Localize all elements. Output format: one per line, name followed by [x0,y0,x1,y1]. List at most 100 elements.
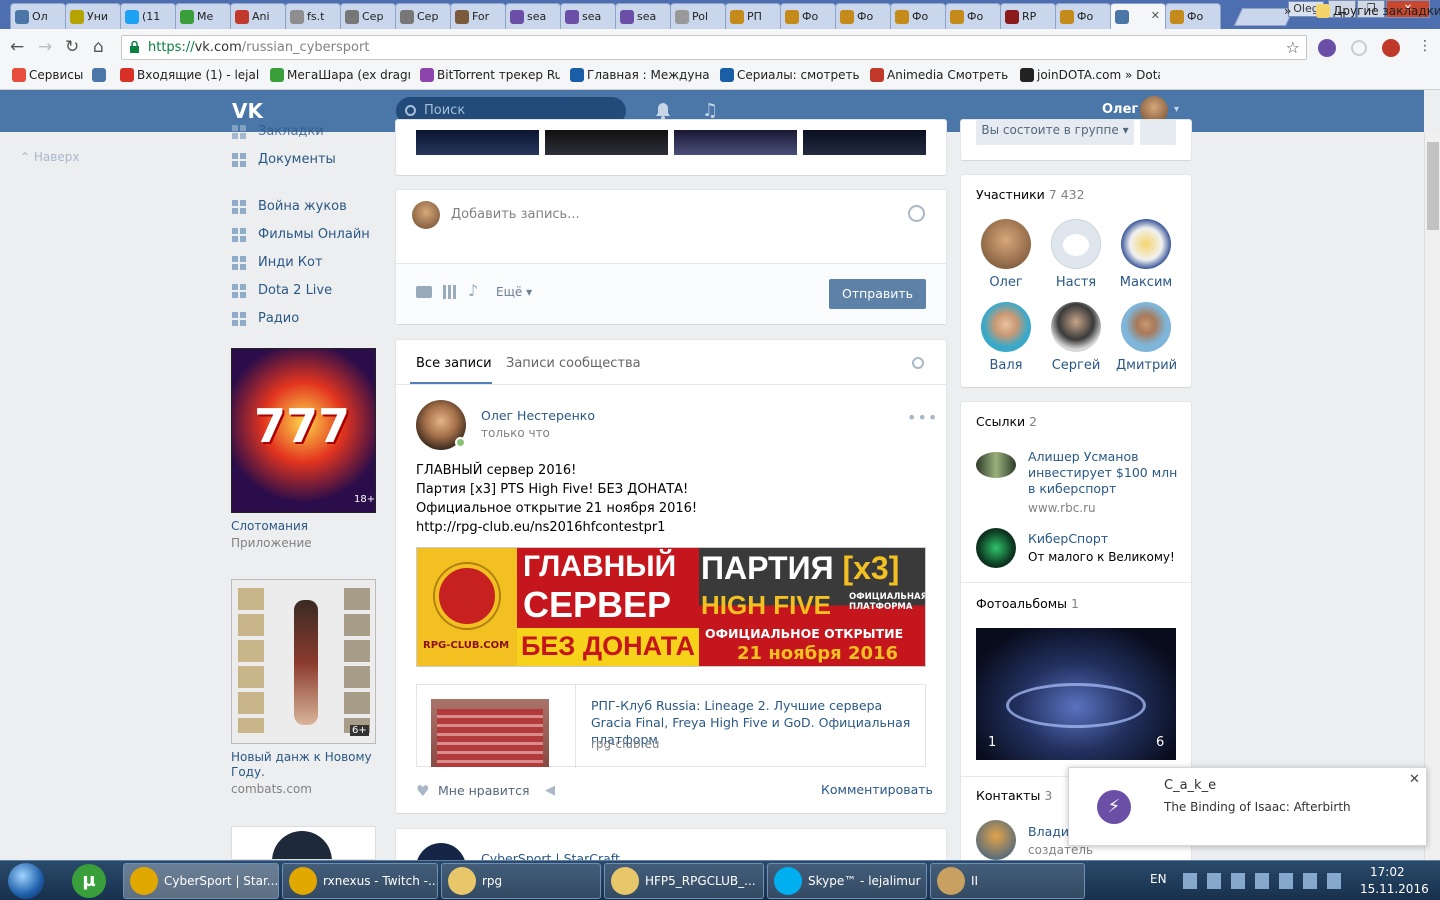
composer-more[interactable]: Ещё ▾ [496,285,532,299]
menu-item-app-radio[interactable]: Радио [232,311,299,326]
bookmark-item[interactable] [92,68,109,82]
ad-third-image[interactable] [231,826,376,860]
browser-tab[interactable]: ✕ [1110,3,1166,29]
browser-tab[interactable]: sea [615,3,671,29]
link-snippet[interactable]: РПГ-Клуб Russia: Lineage 2. Лучшие серве… [416,684,926,768]
browser-tab[interactable]: Ол [10,3,66,29]
steam-notification[interactable]: ⚡ C_a_k_e The Binding of Isaac: Afterbir… [1068,767,1427,846]
browser-tab[interactable]: Фо [1055,3,1111,29]
comment-button[interactable]: Комментировать [821,782,933,797]
menu-item-app-dota2-live[interactable]: Dota 2 Live [232,283,332,298]
link-title[interactable]: Алишер Усманов инвестирует $100 млн в ки… [1028,449,1178,497]
reload-icon[interactable]: ↻ [65,37,79,57]
browser-tab[interactable]: Сер [395,3,451,29]
send-button[interactable]: Отправить [829,279,926,309]
links-header[interactable]: Ссылки 2 [976,414,1037,429]
forward-icon[interactable]: → [38,37,52,57]
member-tile[interactable]: Настя [1046,219,1106,290]
menu-item-documents[interactable]: Документы [232,152,336,167]
link-title[interactable]: КиберСпорт [1028,531,1108,546]
contact-name[interactable]: Влади [1028,824,1069,839]
ad-slotomania-image[interactable]: 777 18+ [231,348,376,513]
browser-tab[interactable]: For [450,3,506,29]
link-thumb[interactable] [976,452,1016,478]
tab-community-posts[interactable]: Записи сообщества [506,356,641,371]
back-icon[interactable]: ← [10,37,24,57]
bookmark-item[interactable]: Сервисы [12,68,83,82]
browser-tab[interactable]: Сер [340,3,396,29]
back-to-top[interactable]: ⌃ Наверх [20,150,79,164]
vk-logo[interactable]: VK [232,99,264,123]
browser-tab[interactable]: Pol [670,3,726,29]
joined-group-button[interactable]: Вы состоите в группе ▾ [976,120,1134,145]
browser-tab[interactable]: Фо [835,3,891,29]
bookmark-item[interactable]: Сериалы: смотреть с [720,68,860,82]
menu-item-bookmarks[interactable]: Закладки [232,124,324,139]
browser-menu-icon[interactable]: ⋮ [1418,38,1432,54]
browser-tab[interactable]: (11 [120,3,176,29]
member-tile[interactable]: Олег [976,219,1036,290]
notification-close-icon[interactable]: ✕ [1409,772,1420,787]
browser-tab[interactable]: Фо [780,3,836,29]
browser-tab[interactable]: fs.t [285,3,341,29]
album-cover[interactable]: 1 6 [976,628,1176,760]
member-tile[interactable]: Дмитрий [1116,302,1177,373]
link-thumb[interactable] [976,528,1016,568]
bookmark-item[interactable]: Входящие (1) - lejalim [120,68,260,82]
utorrent-icon[interactable]: µ [72,864,106,898]
browser-tab[interactable]: Ме [175,3,231,29]
menu-item-app-war-of-bugs[interactable]: Война жуков [232,199,347,214]
member-tile[interactable]: Валя [976,302,1036,373]
home-icon[interactable]: ⌂ [93,37,104,57]
bookmarks-more[interactable]: » [1284,4,1291,18]
extension-record-icon[interactable] [1351,40,1367,56]
bookmark-star-icon[interactable]: ☆ [1286,36,1300,59]
photo-thumb[interactable] [674,130,797,155]
post-author-name[interactable]: Олег Нестеренко [481,408,595,423]
contact-avatar[interactable] [976,820,1016,860]
composer-input[interactable]: Добавить запись... [451,207,580,222]
address-bar[interactable]: https://vk.com/russian_cybersport ☆ [121,35,1307,60]
bookmark-item[interactable]: Главная : Междунар [570,68,710,82]
taskbar-item[interactable]: II [930,863,1085,899]
member-tile[interactable]: Максим [1116,219,1176,290]
browser-tab[interactable]: Уни [65,3,121,29]
audio-icon[interactable]: ♪ [468,281,478,300]
ad-title[interactable]: Слотомания [231,519,308,533]
bookmark-item[interactable]: МегаШара (ex dragm [270,68,410,82]
albums-header[interactable]: Фотоальбомы 1 [976,596,1079,611]
photo-thumb[interactable] [545,130,668,155]
ad-combats-image[interactable]: 6+ [231,579,376,744]
browser-tab[interactable]: Фо [945,3,1001,29]
member-tile[interactable]: Сергей [1046,302,1106,373]
photo-thumb[interactable] [803,130,926,155]
post-link[interactable]: http://rpg-club.eu/ns2016hfcontestpr1 [416,518,665,537]
megaphone-icon[interactable]: ◀ [545,783,555,798]
browser-tab[interactable]: Фо [1165,3,1221,29]
taskbar-item[interactable]: rpg [441,863,601,899]
chevron-down-icon[interactable]: ▾ [1174,104,1179,115]
members-header[interactable]: Участники 7 432 [976,187,1085,202]
extension-adblock-icon[interactable] [1382,39,1400,57]
browser-tab[interactable]: РП [725,3,781,29]
browser-tab[interactable]: sea [560,3,616,29]
post-banner-image[interactable]: RPG-CLUB.COM ГЛАВНЫЙ СЕРВЕР БЕЗ ДОНАТА П… [416,547,926,667]
music-icon[interactable]: ♫ [702,100,718,121]
emoji-icon[interactable] [908,205,925,222]
page-scrollbar[interactable] [1424,132,1440,860]
taskbar-item[interactable]: rxnexus - Twitch -... [282,863,438,899]
taskbar-item[interactable]: Skype™ - lejalimur [767,863,927,899]
bookmark-item[interactable]: Animedia Смотреть А [870,68,1010,82]
taskbar-item[interactable]: CyberSport | Star... [123,863,279,899]
post-menu-icon[interactable]: ••• [907,408,938,427]
wall-search-icon[interactable] [912,357,924,369]
browser-tab[interactable]: RP [1000,3,1056,29]
menu-item-app-films[interactable]: Фильмы Онлайн [232,227,370,242]
input-language[interactable]: EN [1150,872,1167,886]
tab-all-posts[interactable]: Все записи [416,356,492,371]
taskbar-item[interactable]: HFP5_RPGCLUB_... [604,863,764,899]
heart-icon[interactable]: ♥ [416,782,429,800]
bookmark-item[interactable]: BitTorrent трекер RuT [420,68,560,82]
post-time[interactable]: только что [481,426,550,440]
start-button[interactable] [8,863,44,899]
